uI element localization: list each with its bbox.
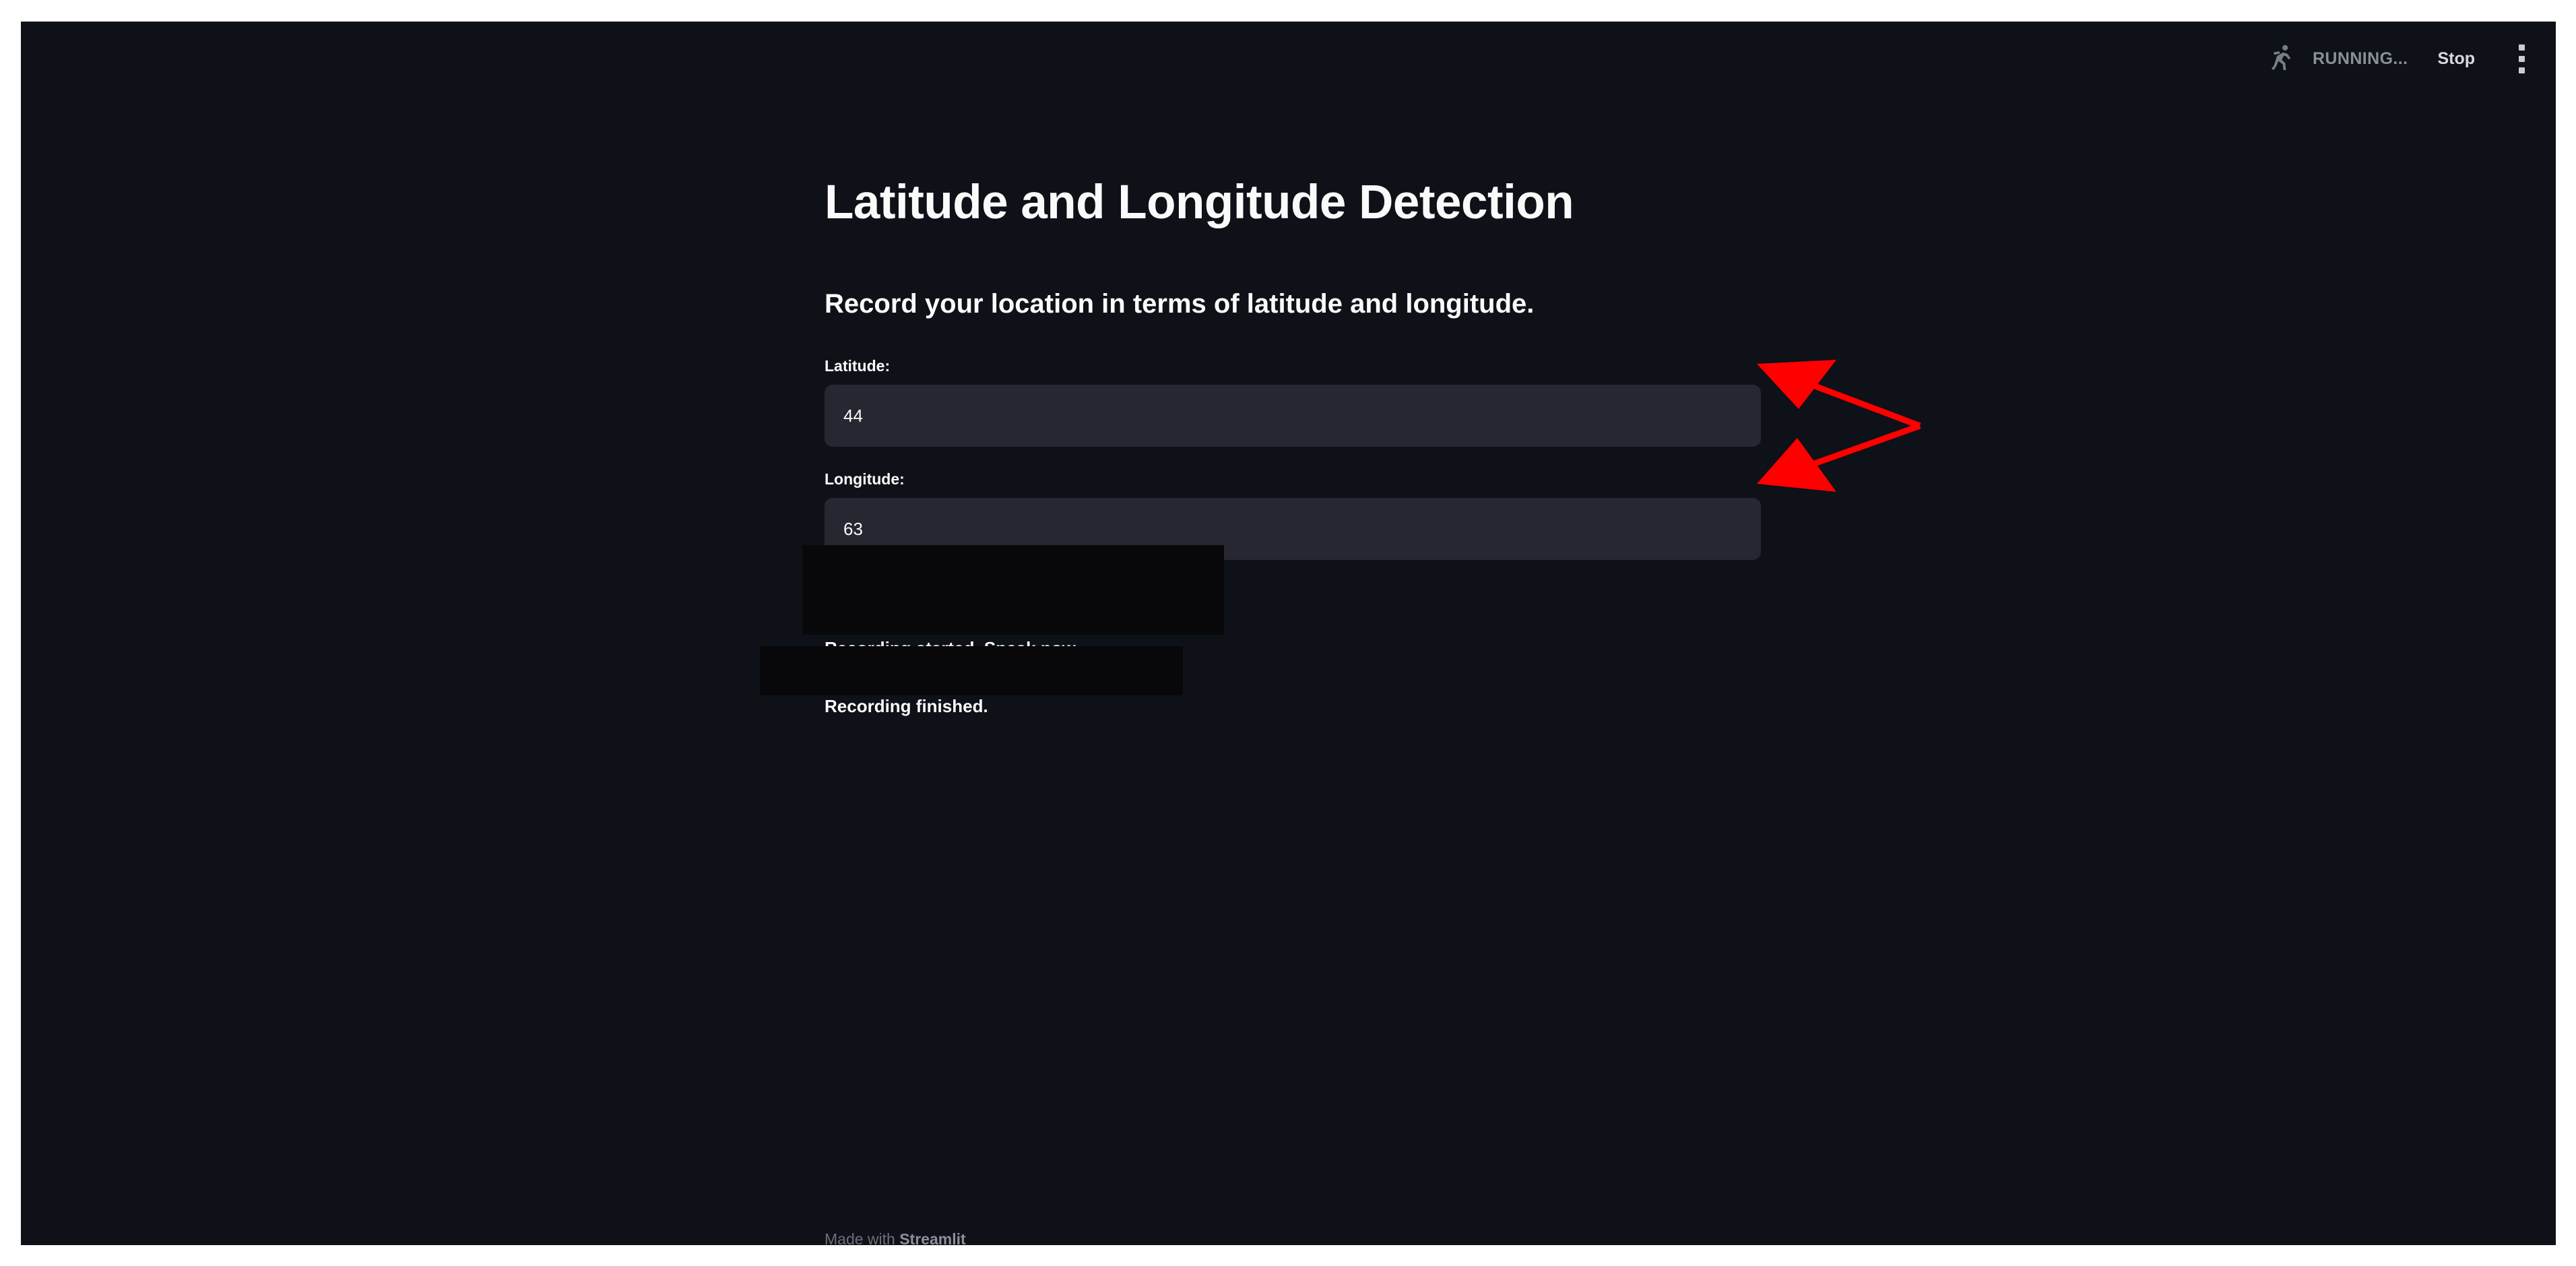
latitude-field-group: Latitude: <box>825 358 1761 447</box>
page-subtitle: Record your location in terms of latitud… <box>825 289 1535 319</box>
stop-button[interactable]: Stop <box>2437 49 2475 69</box>
kebab-dot <box>2518 44 2525 51</box>
footer-credit: Made with Streamlit <box>825 1230 966 1245</box>
latitude-label: Latitude: <box>825 357 891 375</box>
longitude-label: Longitude: <box>825 470 905 488</box>
screenshot-root: RUNNING... Stop Latitude and Longitude D… <box>0 0 2576 1266</box>
latitude-input[interactable] <box>825 385 1761 447</box>
occlusion-rect-upper <box>802 545 1224 635</box>
occlusion-rect-lower <box>760 646 1183 695</box>
kebab-dot <box>2518 55 2525 62</box>
kebab-dot <box>2518 67 2525 73</box>
running-person-icon <box>2272 44 2291 71</box>
footer-prefix: Made with <box>825 1230 900 1245</box>
running-status-label: RUNNING... <box>2312 49 2408 68</box>
footer-brand: Streamlit <box>899 1230 966 1245</box>
app-viewport: RUNNING... Stop Latitude and Longitude D… <box>21 22 2556 1245</box>
status-bar: RUNNING... Stop <box>2267 22 2556 96</box>
status-message-finished: Recording finished. <box>825 696 988 716</box>
kebab-menu-icon[interactable] <box>2517 41 2526 76</box>
page-title: Latitude and Longitude Detection <box>825 176 1574 229</box>
